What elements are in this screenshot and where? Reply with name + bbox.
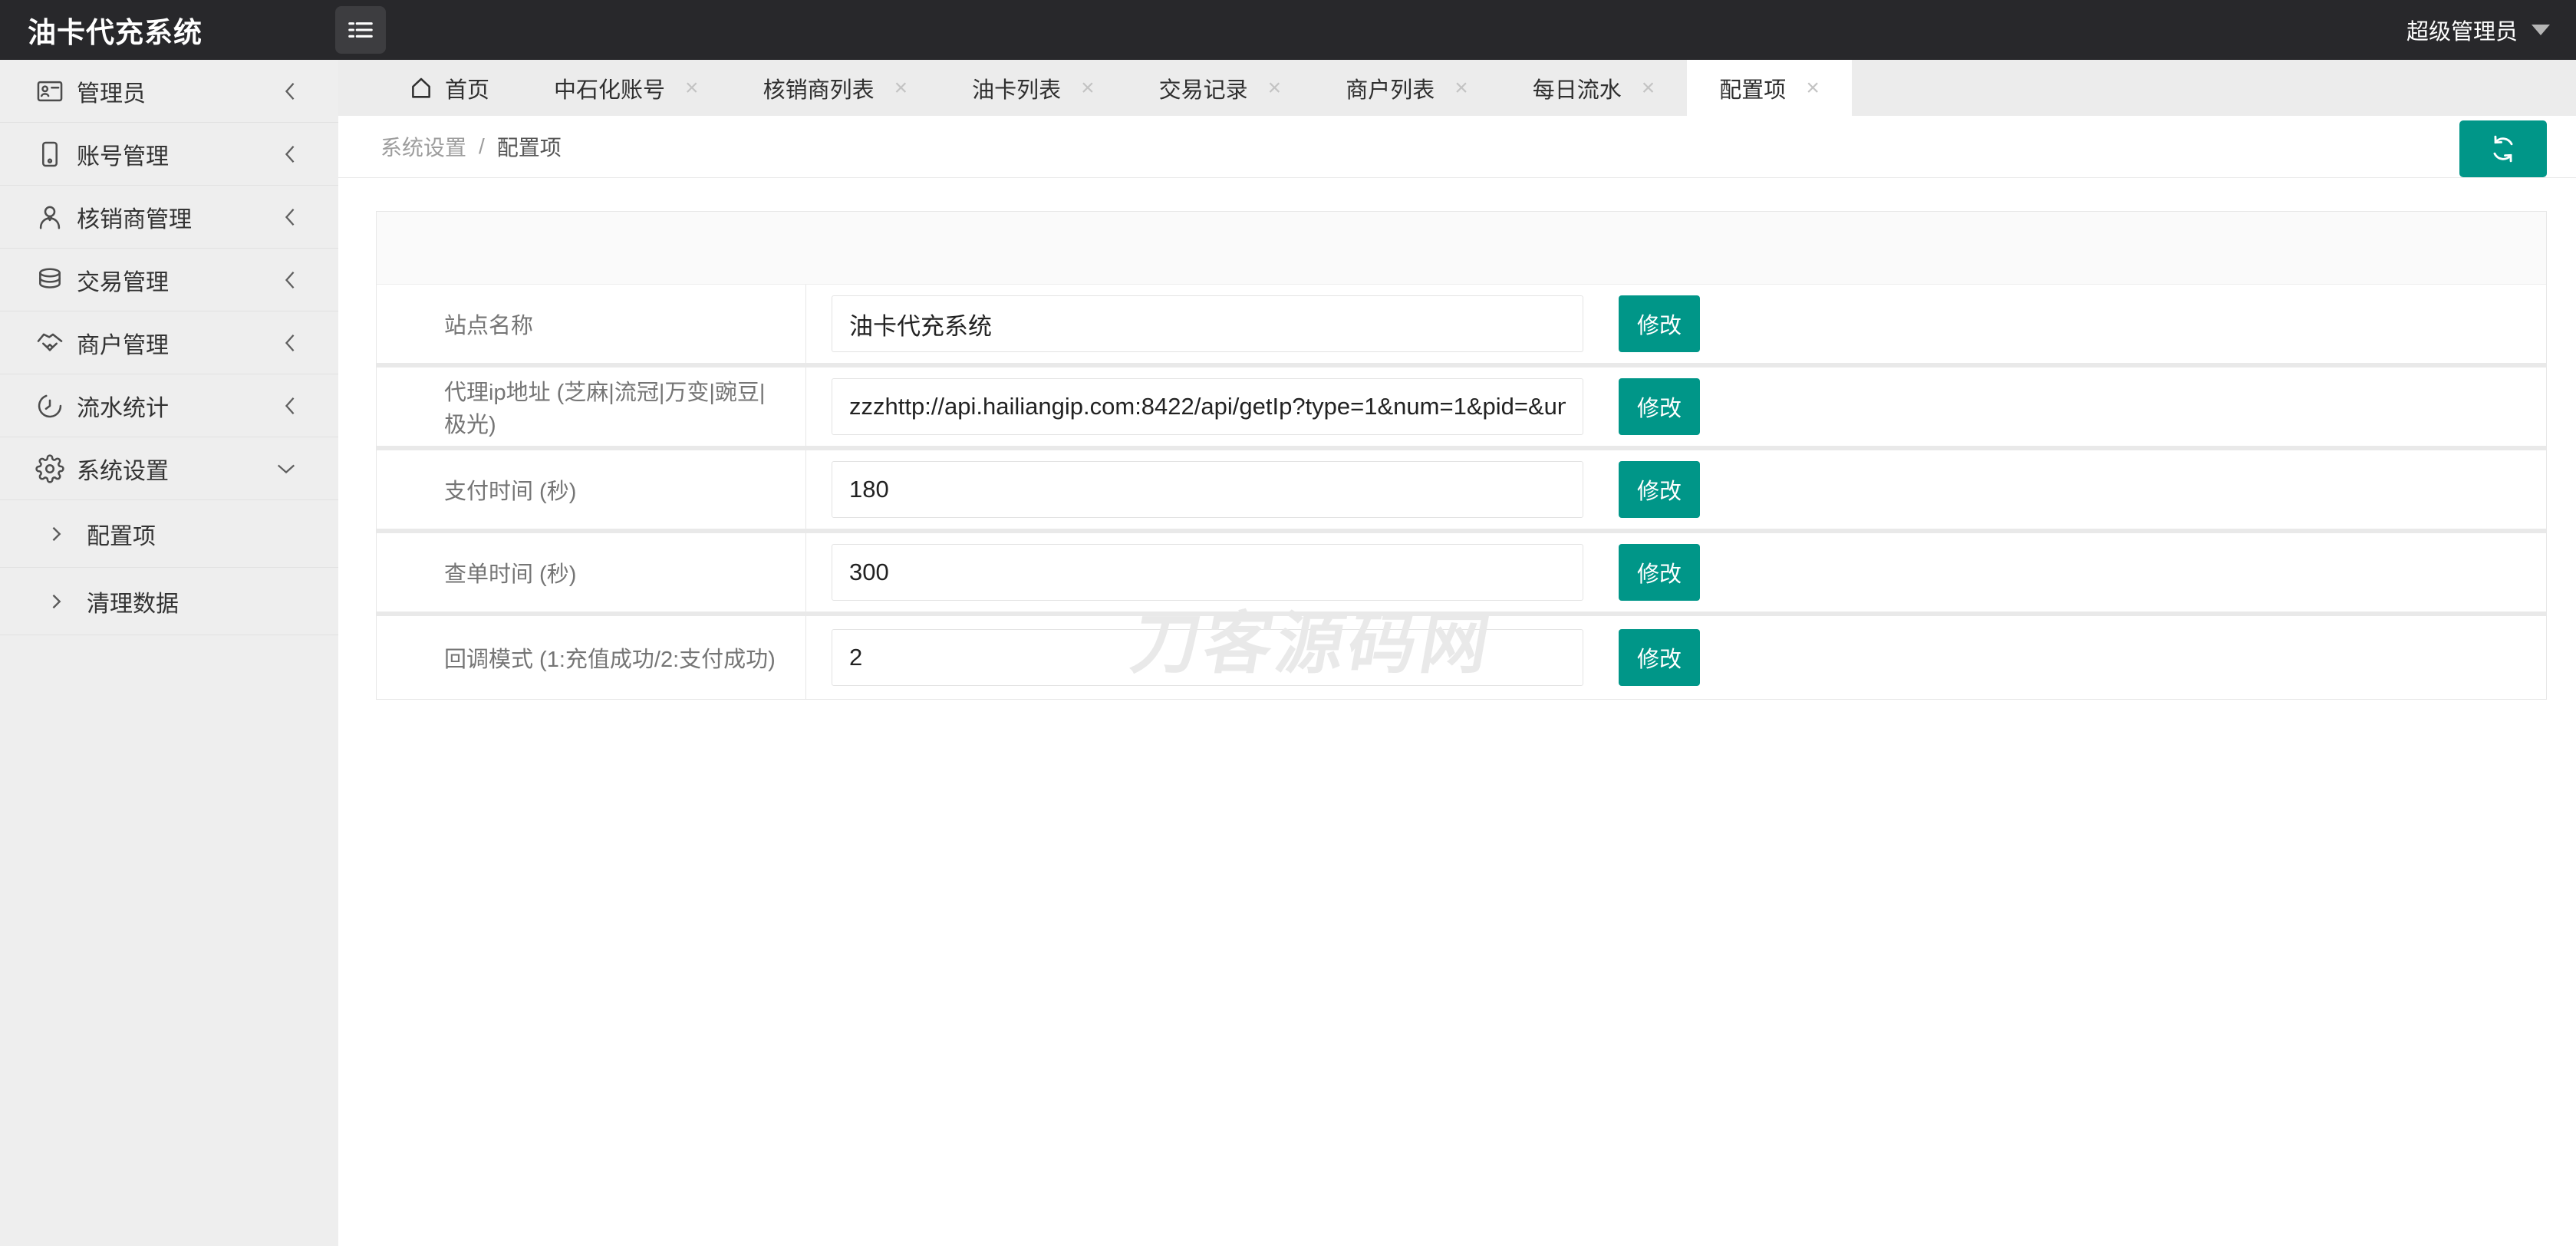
config-row-proxy-ip: 代理ip地址 (芝麻|流冠|万变|豌豆|极光) 修改 xyxy=(377,368,2546,450)
user-dropdown[interactable]: 超级管理员 xyxy=(2406,0,2550,60)
tab-transaction-records[interactable]: 交易记录 × xyxy=(1127,60,1314,116)
tab-label: 交易记录 xyxy=(1158,77,1248,103)
tab-label: 油卡列表 xyxy=(972,77,1062,103)
tab-merchant-list[interactable]: 商户列表 × xyxy=(1313,60,1500,116)
field-label: 查单时间 (秒) xyxy=(377,533,806,611)
site-name-input[interactable] xyxy=(832,295,1583,352)
user-icon xyxy=(35,203,64,232)
sidebar-item-label: 流水统计 xyxy=(77,395,169,421)
chevron-left-icon xyxy=(282,268,298,292)
proxy-ip-input[interactable] xyxy=(832,378,1583,435)
field-label: 代理ip地址 (芝麻|流冠|万变|豌豆|极光) xyxy=(377,368,806,446)
pay-time-input[interactable] xyxy=(832,461,1583,518)
close-icon[interactable]: × xyxy=(1642,76,1655,100)
tab-sinopec-accounts[interactable]: 中石化账号 × xyxy=(522,60,731,116)
sidebar-nav: 管理员 账号管理 核销商管理 交易管理 商户管理 流水统计 系统设置 配置项 清… xyxy=(0,60,338,1246)
sidebar-item-accounts[interactable]: 账号管理 xyxy=(0,123,338,186)
config-row-query-time: 查单时间 (秒) 修改 xyxy=(377,533,2546,616)
top-header: 油卡代充系统 超级管理员 xyxy=(0,0,2576,60)
tab-label: 配置项 xyxy=(1719,77,1787,103)
sidebar-subitem-label: 配置项 xyxy=(87,523,156,549)
tab-label: 商户列表 xyxy=(1346,77,1435,103)
sidebar-item-system-settings[interactable]: 系统设置 xyxy=(0,437,338,500)
id-card-icon xyxy=(35,77,64,106)
sidebar-item-transactions[interactable]: 交易管理 xyxy=(0,249,338,312)
tab-bar: 首页 中石化账号 × 核销商列表 × 油卡列表 × 交易记录 × 商户列表 × xyxy=(338,60,2576,116)
close-icon[interactable]: × xyxy=(894,76,908,100)
app-title: 油卡代充系统 xyxy=(28,17,203,48)
close-icon[interactable]: × xyxy=(685,76,699,100)
chevron-left-icon xyxy=(282,331,298,355)
edit-button[interactable]: 修改 xyxy=(1619,378,1700,435)
breadcrumb-parent[interactable]: 系统设置 xyxy=(380,131,466,162)
chevron-left-icon xyxy=(282,142,298,166)
database-icon xyxy=(35,265,64,295)
sidebar-item-label: 交易管理 xyxy=(77,269,169,295)
menu-list-icon xyxy=(346,17,375,43)
refresh-button[interactable] xyxy=(2459,120,2547,177)
tab-verifier-list[interactable]: 核销商列表 × xyxy=(731,60,940,116)
sidebar-item-statistics[interactable]: 流水统计 xyxy=(0,374,338,437)
config-row-site-name: 站点名称 修改 xyxy=(377,285,2546,368)
tab-label: 首页 xyxy=(445,77,490,103)
field-label: 回调模式 (1:充值成功/2:支付成功) xyxy=(377,616,806,699)
arrow-right-icon xyxy=(49,592,63,611)
breadcrumb-separator: / xyxy=(479,134,485,158)
sidebar-item-label: 系统设置 xyxy=(77,458,169,484)
config-row-callback-mode: 回调模式 (1:充值成功/2:支付成功) 修改 xyxy=(377,616,2546,699)
tab-daily-flow[interactable]: 每日流水 × xyxy=(1500,60,1688,116)
tab-home[interactable]: 首页 xyxy=(376,60,522,116)
breadcrumb-bar: 系统设置 / 配置项 xyxy=(338,116,2576,178)
user-name: 超级管理员 xyxy=(2406,20,2518,44)
edit-button[interactable]: 修改 xyxy=(1619,461,1700,518)
tab-config-active[interactable]: 配置项 × xyxy=(1687,60,1852,116)
sidebar-item-merchants[interactable]: 商户管理 xyxy=(0,312,338,374)
edit-button[interactable]: 修改 xyxy=(1619,629,1700,686)
sidebar-item-verifiers[interactable]: 核销商管理 xyxy=(0,186,338,249)
sidebar-item-label: 账号管理 xyxy=(77,143,169,170)
close-icon[interactable]: × xyxy=(1454,76,1468,100)
sidebar-item-label: 商户管理 xyxy=(77,332,169,358)
sidebar-subitem-label: 清理数据 xyxy=(87,591,179,617)
chevron-down-icon xyxy=(2532,25,2550,35)
sidebar-toggle-button[interactable] xyxy=(335,6,386,54)
clock-icon xyxy=(35,391,64,420)
edit-button[interactable]: 修改 xyxy=(1619,295,1700,352)
chevron-left-icon xyxy=(282,394,298,418)
query-time-input[interactable] xyxy=(832,544,1583,601)
callback-mode-input[interactable] xyxy=(832,629,1583,686)
handshake-icon xyxy=(35,328,64,358)
sidebar-subitem-clean-data[interactable]: 清理数据 xyxy=(0,568,338,635)
home-icon xyxy=(408,75,434,101)
tab-oil-card-list[interactable]: 油卡列表 × xyxy=(940,60,1127,116)
phone-icon xyxy=(35,140,64,169)
close-icon[interactable]: × xyxy=(1806,76,1820,100)
close-icon[interactable]: × xyxy=(1081,76,1095,100)
tab-label: 每日流水 xyxy=(1532,77,1622,103)
breadcrumb-current: 配置项 xyxy=(496,136,562,160)
config-row-pay-time: 支付时间 (秒) 修改 xyxy=(377,450,2546,533)
edit-button[interactable]: 修改 xyxy=(1619,544,1700,601)
config-table: 站点名称 修改 代理ip地址 (芝麻|流冠|万变|豌豆|极光) 修改 支付时间 … xyxy=(376,211,2547,700)
chevron-left-icon xyxy=(282,205,298,229)
sidebar-item-label: 管理员 xyxy=(77,81,146,107)
table-header-row xyxy=(377,212,2546,285)
sidebar-subitem-config[interactable]: 配置项 xyxy=(0,500,338,568)
close-icon[interactable]: × xyxy=(1268,76,1282,100)
field-label: 支付时间 (秒) xyxy=(377,450,806,529)
sidebar-item-label: 核销商管理 xyxy=(77,206,192,232)
refresh-icon xyxy=(2485,131,2521,166)
field-label: 站点名称 xyxy=(377,285,806,363)
arrow-right-icon xyxy=(49,524,63,544)
chevron-left-icon xyxy=(282,79,298,104)
content-area: 站点名称 修改 代理ip地址 (芝麻|流冠|万变|豌豆|极光) 修改 支付时间 … xyxy=(338,178,2576,1246)
chevron-down-icon xyxy=(274,460,298,477)
gear-icon xyxy=(35,453,64,483)
tab-label: 核销商列表 xyxy=(763,77,875,103)
tab-label: 中石化账号 xyxy=(554,77,666,103)
sidebar-item-admin[interactable]: 管理员 xyxy=(0,60,338,123)
